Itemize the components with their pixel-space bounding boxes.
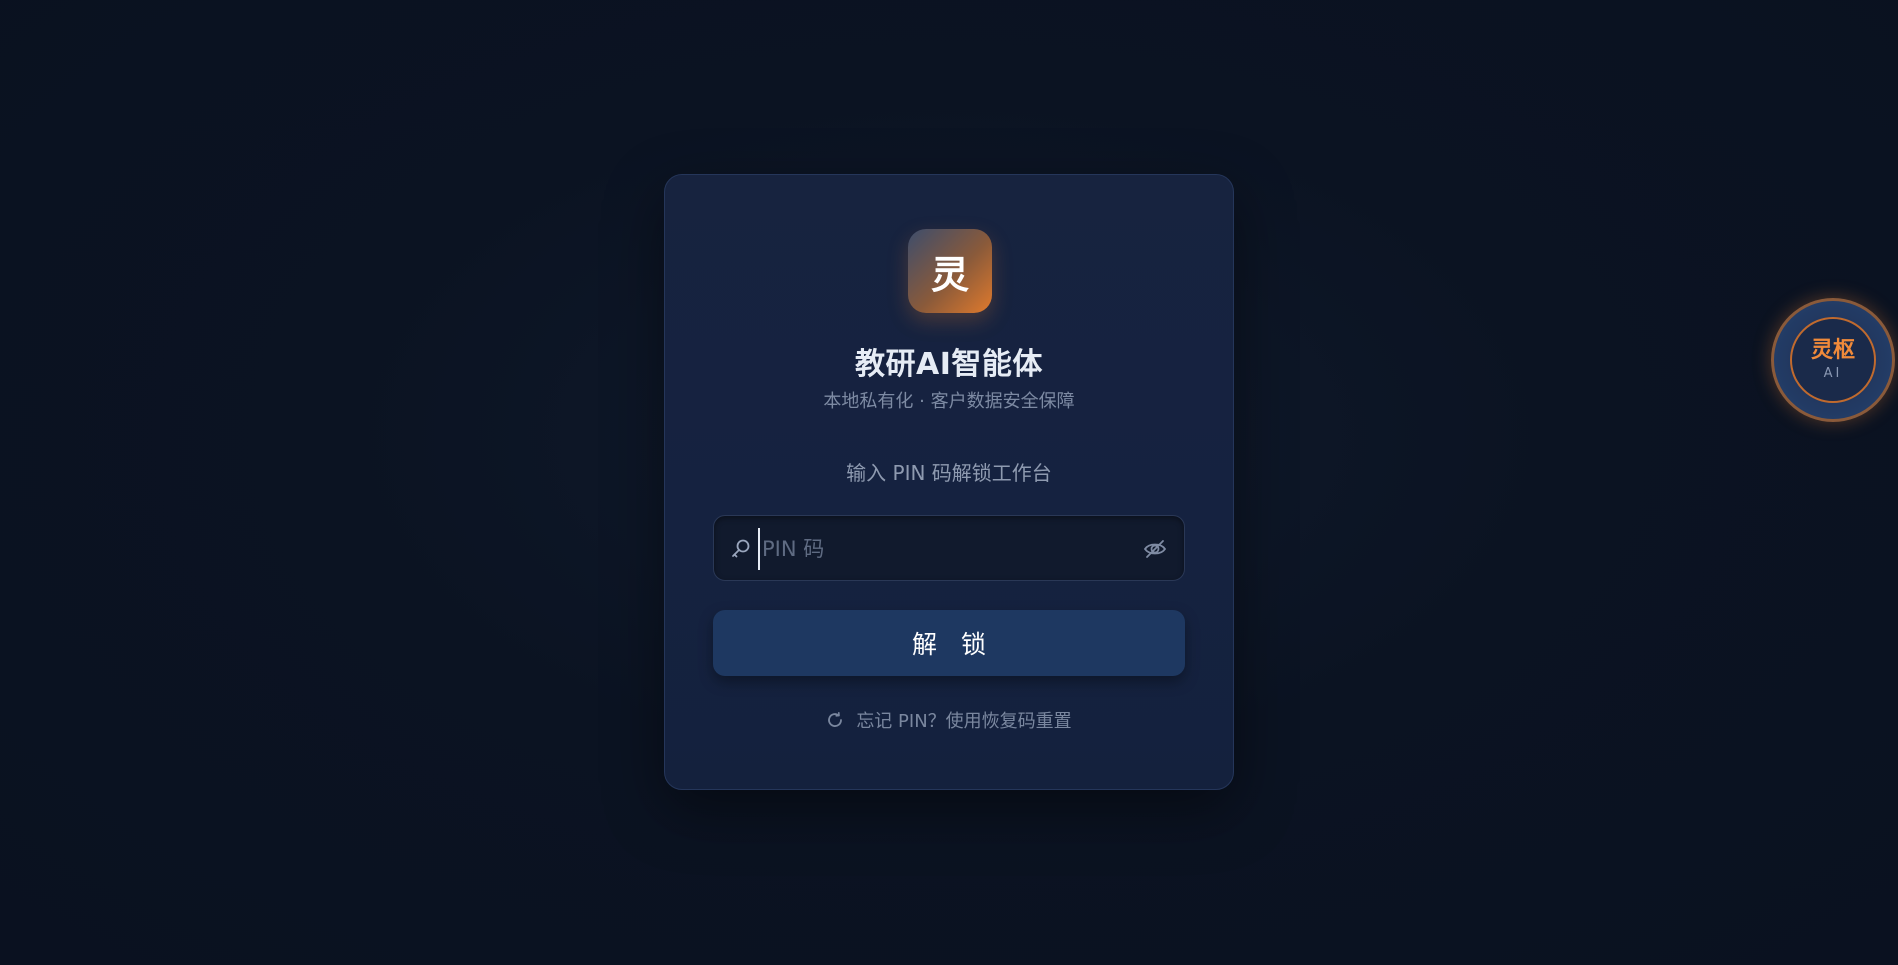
- app-title: 教研AI智能体: [855, 347, 1043, 382]
- app-logo-char: 灵: [930, 252, 969, 297]
- unlock-button[interactable]: 解 锁: [713, 610, 1185, 676]
- refresh-icon: [828, 712, 843, 727]
- assistant-float-button[interactable]: 灵枢 AI: [1771, 298, 1895, 422]
- pin-field[interactable]: [713, 515, 1185, 581]
- pin-input[interactable]: [758, 528, 1124, 570]
- app-logo: 灵: [908, 229, 992, 313]
- assistant-badge-title: 灵枢: [1810, 338, 1855, 364]
- assistant-badge-sub: AI: [1823, 365, 1843, 381]
- app-subtitle: 本地私有化 · 客户数据安全保障: [823, 391, 1075, 412]
- forgot-pin-label: 忘记 PIN？使用恢复码重置: [856, 711, 1072, 732]
- forgot-pin-link[interactable]: 忘记 PIN？使用恢复码重置: [665, 707, 1233, 733]
- unlock-prompt: 输入 PIN 码解锁工作台: [846, 461, 1052, 485]
- eye-off-icon[interactable]: [1142, 536, 1168, 562]
- assistant-badge-inner: 灵枢 AI: [1790, 317, 1876, 403]
- unlock-card: 灵 教研AI智能体 本地私有化 · 客户数据安全保障 输入 PIN 码解锁工作台…: [664, 174, 1234, 790]
- key-icon: [732, 539, 750, 558]
